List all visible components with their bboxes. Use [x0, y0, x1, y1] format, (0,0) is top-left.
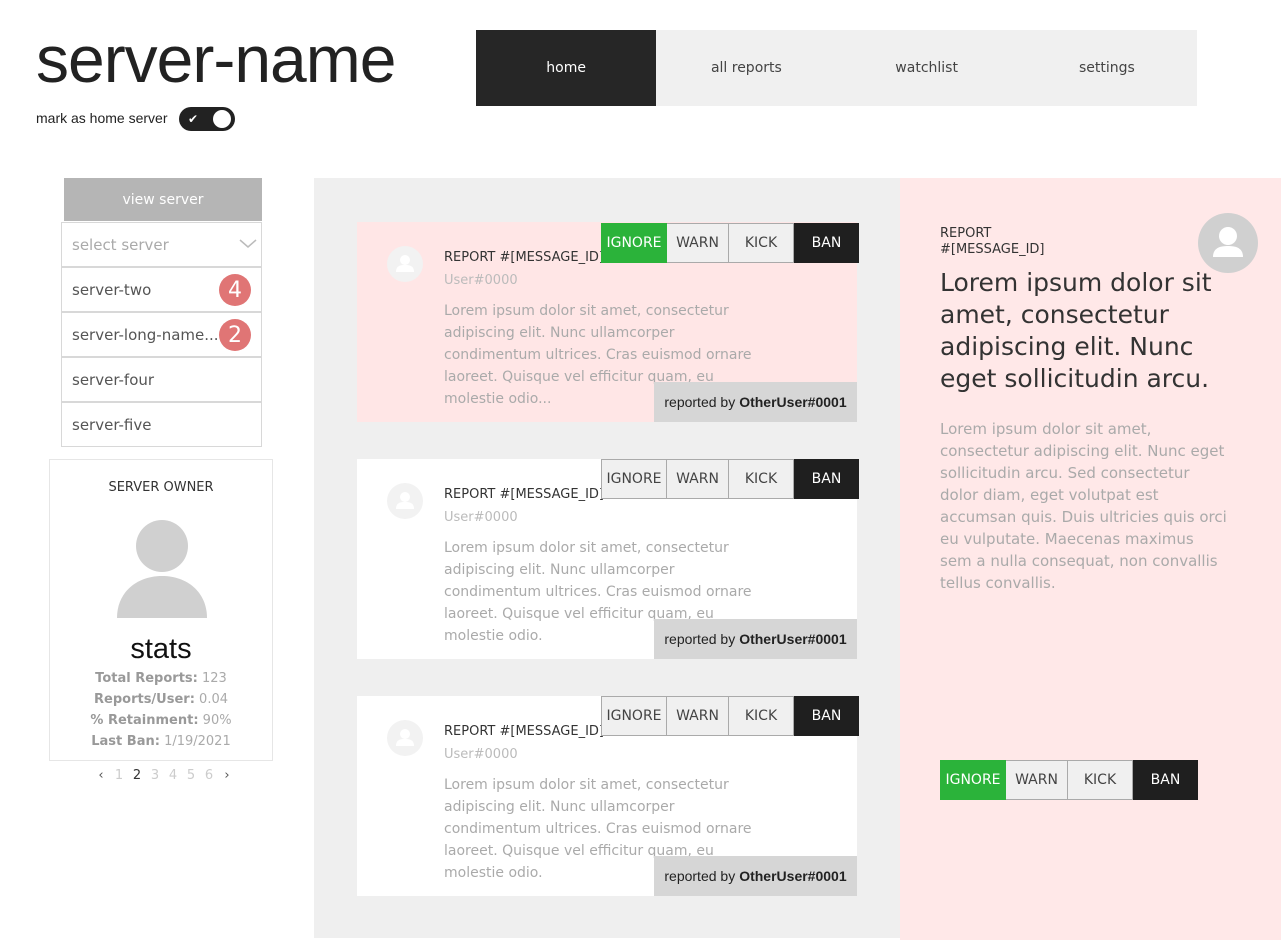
detail-actions: IGNORE WARN KICK BAN — [940, 760, 1198, 800]
report-title: REPORT #[MESSAGE_ID] — [444, 724, 604, 739]
user-avatar-icon — [387, 483, 423, 519]
chevron-left-icon[interactable]: ‹ — [92, 768, 110, 783]
report-title: REPORT #[MESSAGE_ID] — [444, 250, 604, 265]
page-link[interactable]: 3 — [146, 768, 164, 783]
ignore-button[interactable]: IGNORE — [601, 223, 667, 263]
report-actions: IGNORE WARN KICK BAN — [601, 696, 859, 736]
toggle-knob — [213, 110, 231, 128]
kick-button[interactable]: KICK — [729, 696, 794, 736]
main-nav: home all reports watchlist settings — [476, 30, 1197, 106]
detail-heading: Lorem ipsum dolor sit amet, consectetur … — [940, 268, 1212, 393]
page-link[interactable]: 5 — [182, 768, 200, 783]
home-server-label: mark as home server — [36, 110, 168, 126]
server-item-name: server-four — [72, 370, 155, 389]
tab-settings[interactable]: settings — [1017, 30, 1197, 106]
tab-watchlist[interactable]: watchlist — [837, 30, 1017, 106]
detail-avatar-icon — [1198, 213, 1258, 273]
user-avatar-icon — [387, 720, 423, 756]
ignore-button[interactable]: IGNORE — [601, 459, 667, 499]
server-item-name: server-two — [72, 280, 152, 299]
stat-reports-per-user: Reports/User: 0.04 — [94, 692, 228, 707]
reported-by: reported by OtherUser#0001 — [654, 382, 857, 422]
user-avatar-icon — [387, 246, 423, 282]
kick-button[interactable]: KICK — [729, 459, 794, 499]
detail-body: Lorem ipsum dolor sit amet, consectetur … — [940, 420, 1227, 592]
ignore-button[interactable]: IGNORE — [940, 760, 1006, 800]
report-user: User#0000 — [444, 273, 518, 288]
reported-by: reported by OtherUser#0001 — [654, 619, 857, 659]
server-title: server-name — [36, 22, 396, 96]
tab-all-reports[interactable]: all reports — [656, 30, 836, 106]
home-server-toggle[interactable]: ✔ — [179, 107, 235, 131]
ban-button[interactable]: BAN — [1133, 760, 1198, 800]
ban-button[interactable]: BAN — [794, 223, 859, 263]
stat-retainment: % Retainment: 90% — [90, 713, 232, 728]
page-link-current[interactable]: 2 — [128, 768, 146, 783]
stat-last-ban: Last Ban: 1/19/2021 — [91, 734, 231, 749]
warn-button[interactable]: WARN — [667, 696, 729, 736]
chevron-right-icon[interactable]: › — [218, 768, 236, 783]
chevron-down-icon — [239, 239, 257, 248]
page-link[interactable]: 4 — [164, 768, 182, 783]
warn-button[interactable]: WARN — [1006, 760, 1068, 800]
report-actions: IGNORE WARN KICK BAN — [601, 459, 859, 499]
owner-title: SERVER OWNER — [108, 480, 214, 495]
reported-by: reported by OtherUser#0001 — [654, 856, 857, 896]
tab-home[interactable]: home — [476, 30, 657, 106]
server-list-item[interactable]: server-two 4 — [61, 267, 262, 312]
report-user: User#0000 — [444, 747, 518, 762]
report-actions: IGNORE WARN KICK BAN — [601, 223, 859, 263]
check-icon: ✔ — [188, 112, 199, 126]
page-link[interactable]: 6 — [200, 768, 218, 783]
warn-button[interactable]: WARN — [667, 223, 729, 263]
kick-button[interactable]: KICK — [729, 223, 794, 263]
ban-button[interactable]: BAN — [794, 459, 859, 499]
stats-title: stats — [130, 633, 192, 665]
stat-total-reports: Total Reports: 123 — [95, 671, 227, 686]
page-link[interactable]: 1 — [110, 768, 128, 783]
ignore-button[interactable]: IGNORE — [601, 696, 667, 736]
kick-button[interactable]: KICK — [1068, 760, 1133, 800]
report-user: User#0000 — [444, 510, 518, 525]
server-owner-card: SERVER OWNER stats Total Reports: 123 Re… — [49, 459, 273, 761]
server-list-item[interactable]: server-five — [61, 402, 262, 447]
owner-avatar-icon — [117, 520, 207, 618]
pagination: ‹ 1 2 3 4 5 6 › — [92, 768, 236, 783]
warn-button[interactable]: WARN — [667, 459, 729, 499]
server-item-name: server-five — [72, 415, 152, 434]
server-item-name: server-long-name... — [72, 325, 219, 344]
server-list-item[interactable]: server-long-name... 2 — [61, 312, 262, 357]
notification-badge: 2 — [219, 319, 251, 351]
server-list-item[interactable]: server-four — [61, 357, 262, 402]
detail-report-id: REPORT #[MESSAGE_ID] — [940, 226, 1045, 257]
notification-badge: 4 — [219, 274, 251, 306]
server-select-placeholder: select server — [72, 235, 169, 254]
ban-button[interactable]: BAN — [794, 696, 859, 736]
report-title: REPORT #[MESSAGE_ID] — [444, 487, 604, 502]
view-server-button[interactable]: view server — [64, 178, 262, 221]
server-select[interactable]: select server — [61, 222, 262, 267]
